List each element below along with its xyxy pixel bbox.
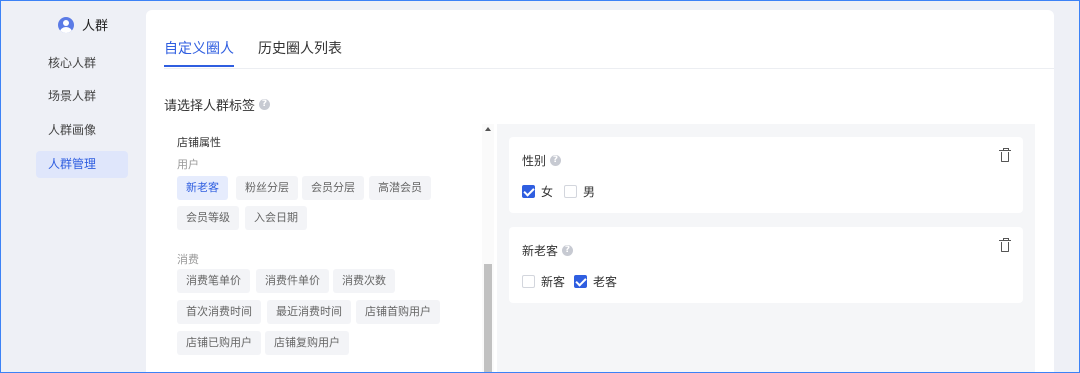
section-title: 请选择人群标签 ? <box>164 95 271 114</box>
checkbox-unchecked[interactable] <box>564 185 577 198</box>
selected-conditions-panel: 性别 ? 女 男 新老客 ? 新客 老客 <box>497 124 1035 373</box>
tag-member-tier[interactable]: 会员分层 <box>302 176 364 200</box>
condition-card-new-old-customer: 新老客 ? 新客 老客 <box>509 227 1023 303</box>
tag-item-price[interactable]: 消费件单价 <box>256 269 329 293</box>
user-group-icon <box>58 16 74 33</box>
sidebar-title: 人群 <box>82 19 109 34</box>
sidebar: 人群 核心人群 场景人群 人群画像 人群管理 <box>0 0 140 373</box>
sidebar-item-scene[interactable]: 场景人群 <box>36 83 128 110</box>
option-label: 男 <box>583 185 596 199</box>
option-female[interactable]: 女 <box>522 183 553 200</box>
tag-purchase-count[interactable]: 消费次数 <box>333 269 395 293</box>
tab-divider <box>164 68 1054 69</box>
sidebar-item-management[interactable]: 人群管理 <box>36 151 128 178</box>
tab-history-list[interactable]: 历史圈人列表 <box>258 38 342 67</box>
tag-first-purchase-time[interactable]: 首次消费时间 <box>177 300 261 324</box>
help-icon[interactable]: ? <box>259 99 271 110</box>
checkbox-checked[interactable] <box>522 185 535 198</box>
condition-card-gender: 性别 ? 女 男 <box>509 137 1023 213</box>
category-label-user: 用户 <box>177 158 199 171</box>
sidebar-item-portrait[interactable]: 人群画像 <box>36 117 128 144</box>
delete-icon[interactable] <box>999 148 1011 162</box>
tag-member-level[interactable]: 会员等级 <box>177 206 239 230</box>
tag-last-purchase-time[interactable]: 最近消费时间 <box>267 300 351 324</box>
tab-custom-audience[interactable]: 自定义圈人 <box>164 38 234 67</box>
option-label: 女 <box>541 185 554 199</box>
tag-fans-tier[interactable]: 粉丝分层 <box>236 176 298 200</box>
delete-icon[interactable] <box>999 238 1011 252</box>
scrollbar-thumb[interactable] <box>484 264 492 373</box>
scroll-up-icon[interactable] <box>485 127 491 131</box>
condition-title-text: 新老客 <box>522 244 559 258</box>
category-label-consumption: 消费 <box>177 253 199 266</box>
checkbox-checked[interactable] <box>574 275 587 288</box>
condition-title-text: 性别 <box>522 154 547 168</box>
tag-first-buy-user[interactable]: 店铺首购用户 <box>356 300 440 324</box>
main-card: 自定义圈人 历史圈人列表 请选择人群标签 ? 店铺属性 用户 新老客 粉丝分层 … <box>146 10 1054 373</box>
option-male[interactable]: 男 <box>564 183 595 200</box>
condition-title: 新老客 ? <box>522 242 574 259</box>
section-title-text: 请选择人群标签 <box>164 99 256 114</box>
tag-purchased-user[interactable]: 店铺已购用户 <box>177 331 261 355</box>
tab-bar: 自定义圈人 历史圈人列表 <box>164 38 366 67</box>
condition-title: 性别 ? <box>522 152 562 169</box>
sidebar-item-core[interactable]: 核心人群 <box>36 50 128 77</box>
checkbox-unchecked[interactable] <box>522 275 535 288</box>
tag-high-potential-member[interactable]: 高潜会员 <box>369 176 431 200</box>
option-old-customer[interactable]: 老客 <box>574 273 617 290</box>
group-title: 店铺属性 <box>177 136 221 149</box>
tag-repurchase-user[interactable]: 店铺复购用户 <box>265 331 349 355</box>
help-icon[interactable]: ? <box>562 245 574 256</box>
tag-new-old-customer[interactable]: 新老客 <box>177 176 228 200</box>
help-icon[interactable]: ? <box>550 155 562 166</box>
tag-panel: 店铺属性 用户 新老客 粉丝分层 会员分层 高潜会员 会员等级 入会日期 消费 … <box>166 124 494 373</box>
option-new-customer[interactable]: 新客 <box>522 273 565 290</box>
option-label: 老客 <box>593 275 618 289</box>
option-label: 新客 <box>541 275 566 289</box>
tag-order-price[interactable]: 消费笔单价 <box>177 269 250 293</box>
sidebar-header: 人群 <box>58 15 108 34</box>
tag-join-date[interactable]: 入会日期 <box>245 206 307 230</box>
